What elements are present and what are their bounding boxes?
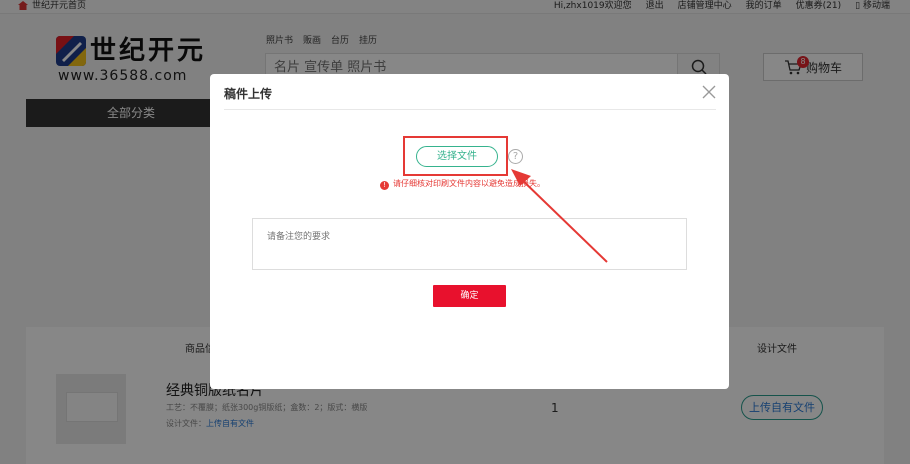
dialog-divider (224, 109, 716, 110)
choose-file-button[interactable]: 选择文件 (416, 146, 498, 167)
warning-message: ! 请仔细核对印刷文件内容以避免造成损失。 (380, 178, 545, 190)
dialog-title: 稿件上传 (224, 87, 273, 101)
close-icon[interactable] (701, 84, 717, 100)
upload-dialog: 稿件上传 选择文件 ? !请仔细核对印刷文件内容以避免造成损失。 确定 (210, 74, 729, 389)
confirm-button[interactable]: 确定 (433, 285, 506, 307)
remark-textarea[interactable] (252, 218, 687, 270)
help-icon[interactable]: ? (508, 149, 523, 164)
warning-icon: ! (380, 181, 389, 190)
